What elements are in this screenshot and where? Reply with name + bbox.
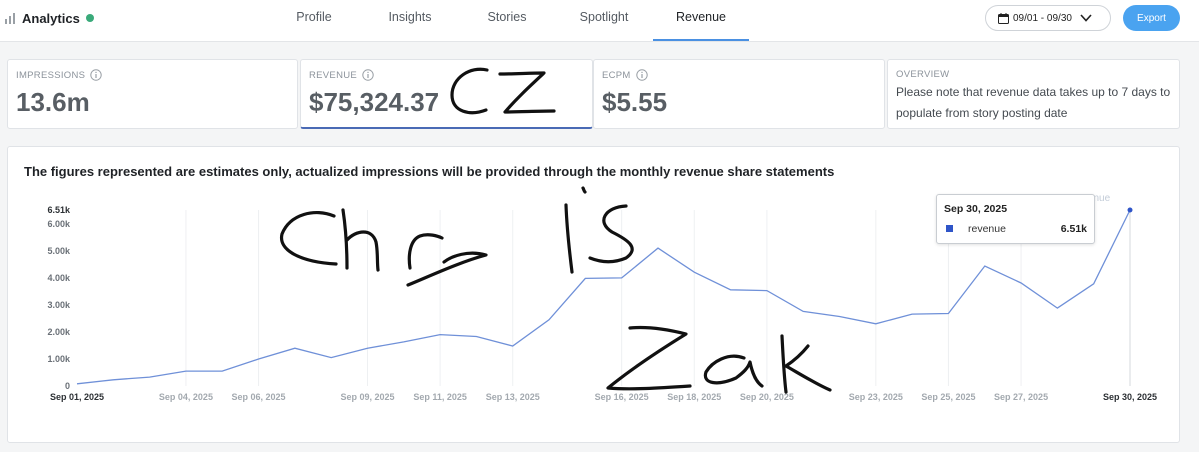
x-tick-label-start: Sep 01, 2025 [50,392,104,402]
x-tick-label: Sep 11, 2025 [413,392,467,402]
ecpm-label: ECPM [602,69,631,81]
status-dot [85,14,94,22]
overview-card: OVERVIEW Please note that revenue data t… [887,59,1180,129]
y-tick-label: 4.00k [47,273,71,283]
tab-insights[interactable]: Insights [377,0,443,41]
ecpm-value: $5.55 [602,87,668,117]
y-tick-label: 0 [65,381,70,391]
info-icon[interactable] [635,69,648,81]
tooltip-date: Sep 30, 2025 [944,203,1008,215]
y-tick-label: 1.00k [47,354,71,364]
info-icon[interactable] [90,69,102,81]
tooltip-value: 6.51k [1060,223,1087,235]
overview-note: Please note that revenue data takes up t… [896,85,1171,120]
calendar-icon [998,12,1009,24]
impressions-label-row: IMPRESSIONS [16,69,289,81]
info-icon[interactable] [362,69,374,81]
x-tick-label: Sep 23, 2025 [849,392,903,402]
tooltip-series-name: revenue [968,223,1006,235]
ecpm-card[interactable]: ECPM $5.55 [593,59,885,129]
revenue-value: $75,324.37 [309,87,440,117]
revenue-point-highlight [1127,207,1133,213]
app-title: Analytics [22,10,80,26]
x-tick-label: Sep 09, 2025 [340,392,394,402]
revenue-card[interactable]: REVENUE $75,324.37 [300,59,593,129]
revenue-line-chart[interactable]: 01.00k2.00k3.00k4.00k5.00k6.00k6.51kSep … [8,147,1181,444]
bar-chart-icon [5,13,15,24]
y-tick-label: 6.00k [47,219,71,229]
revenue-chart-panel: The figures represented are estimates on… [7,146,1180,443]
overview-label: OVERVIEW [896,69,950,80]
revenue-label: REVENUE [309,69,358,81]
x-tick-label: Sep 18, 2025 [667,392,721,402]
tab-stories[interactable]: Stories [475,0,539,41]
export-button[interactable]: Export [1123,5,1180,31]
revenue-label-row: REVENUE [309,69,584,81]
brand: Analytics [4,9,94,27]
y-tick-label: 3.00k [47,300,71,310]
chart-tooltip: Sep 30, 2025 revenue 6.51k [936,194,1095,244]
y-max-label: 6.51k [47,205,71,215]
x-tick-label: Sep 06, 2025 [232,392,286,402]
tab-profile[interactable]: Profile [285,0,343,41]
x-tick-label: Sep 04, 2025 [159,392,213,402]
x-tick-label: Sep 13, 2025 [486,392,540,402]
tab-revenue[interactable]: Revenue [653,0,749,41]
y-tick-label: 5.00k [47,246,71,256]
x-tick-label: Sep 27, 2025 [994,392,1048,402]
x-tick-label: Sep 16, 2025 [595,392,649,402]
ecpm-label-row: ECPM [602,69,876,81]
top-bar: Analytics Profile Insights Stories Spotl… [0,0,1199,42]
x-tick-label: Sep 25, 2025 [921,392,975,402]
y-tick-label: 2.00k [47,327,71,337]
impressions-label: IMPRESSIONS [16,69,86,81]
tab-spotlight[interactable]: Spotlight [568,0,640,41]
tooltip-swatch [946,225,953,232]
x-tick-label: Sep 20, 2025 [740,392,794,402]
impressions-value: 13.6m [16,87,90,117]
chevron-down-icon [1080,14,1092,22]
date-range-picker[interactable]: 09/01 - 09/30 [985,5,1111,31]
x-tick-label-end: Sep 30, 2025 [1103,392,1157,402]
date-range-label: 09/01 - 09/30 [1013,12,1072,24]
impressions-card[interactable]: IMPRESSIONS 13.6m [7,59,298,129]
